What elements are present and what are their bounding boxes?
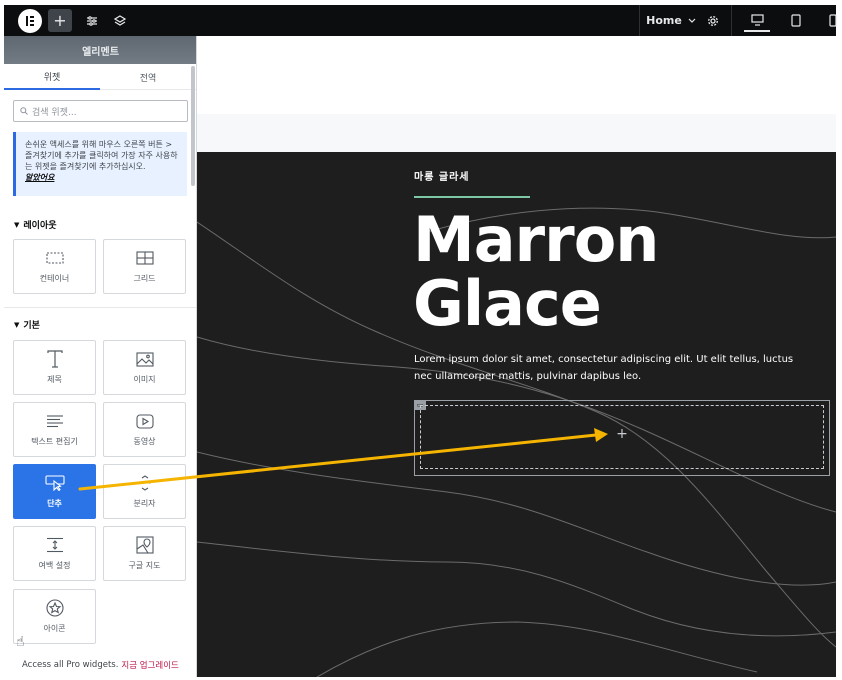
pro-upgrade-footer: Access all Pro widgets. 지금 업그레이드 bbox=[4, 653, 196, 677]
search-widgets[interactable]: 검색 위젯... bbox=[13, 100, 188, 122]
page-selector[interactable]: Home bbox=[644, 9, 698, 32]
widget-panel: 엘리멘트 위젯 전역 검색 위젯... 손쉬운 액세스를 위해 마우스 오른쪽 … bbox=[4, 36, 197, 677]
image-icon bbox=[135, 350, 155, 368]
caret-down-icon: ▼ bbox=[14, 320, 20, 329]
panel-title: 엘리멘트 bbox=[82, 46, 119, 58]
upgrade-link[interactable]: 지금 업그레이드 bbox=[121, 659, 178, 671]
tab-globals[interactable]: 전역 bbox=[100, 64, 196, 90]
divider-icon bbox=[135, 474, 155, 492]
layers-icon bbox=[114, 14, 126, 26]
notice-dismiss-link[interactable]: 알았어요 bbox=[25, 172, 181, 183]
widget-text-editor[interactable]: 텍스트 편집기 bbox=[13, 402, 96, 457]
widget-button[interactable]: 단추 bbox=[13, 464, 96, 519]
site-settings-button[interactable] bbox=[702, 9, 724, 32]
section-title: 레이아웃 bbox=[23, 221, 57, 231]
video-icon bbox=[135, 412, 155, 430]
grid-icon bbox=[135, 249, 155, 267]
favorites-notice: 손쉬운 액세스를 위해 마우스 오른쪽 버튼 > 즐겨찾기에 추가를 클릭하여 … bbox=[13, 132, 187, 196]
hero-heading[interactable]: Marron Glace bbox=[413, 203, 659, 340]
hero-section[interactable]: 마롱 글라세 Marron Glace Lorem ipsum dolor si… bbox=[197, 152, 836, 677]
star-icon bbox=[45, 599, 65, 617]
plus-icon[interactable]: + bbox=[615, 426, 629, 442]
widget-label: 이미지 bbox=[133, 375, 156, 384]
widget-heading[interactable]: 제목 bbox=[13, 340, 96, 395]
widget-google-maps[interactable]: 구글 지도 bbox=[103, 526, 186, 581]
widget-label: 제목 bbox=[47, 375, 62, 384]
tablet-icon bbox=[791, 14, 801, 27]
sliders-icon bbox=[87, 15, 97, 26]
section-title: 기본 bbox=[23, 321, 40, 331]
elementor-editor: + Home 엘리멘트 위젯 전역 검색 위젯... 손쉬운 액세스를 위해 마… bbox=[0, 0, 842, 680]
widget-label: 단추 bbox=[47, 499, 62, 508]
widget-video[interactable]: 동영상 bbox=[103, 402, 186, 457]
widget-spacer[interactable]: 여백 설정 bbox=[13, 526, 96, 581]
mobile-view-button[interactable] bbox=[820, 9, 842, 32]
map-icon bbox=[135, 536, 155, 554]
widget-image[interactable]: 이미지 bbox=[103, 340, 186, 395]
section-divider bbox=[4, 307, 196, 308]
page-settings-button[interactable] bbox=[80, 9, 104, 32]
top-bar: + Home bbox=[4, 5, 837, 36]
mobile-icon bbox=[829, 14, 837, 27]
section-layout-toggle[interactable]: ▼ 레이아웃 bbox=[14, 218, 57, 232]
panel-scrollbar[interactable] bbox=[191, 66, 195, 186]
widget-label: 그리드 bbox=[133, 274, 156, 283]
hand-cursor-icon: ☝ bbox=[16, 634, 25, 650]
hero-heading-line2: Glace bbox=[413, 267, 602, 340]
widget-divider[interactable]: 분리자 bbox=[103, 464, 186, 519]
structure-button[interactable] bbox=[108, 9, 132, 32]
notice-text: 손쉬운 액세스를 위해 마우스 오른쪽 버튼 > 즐겨찾기에 추가를 클릭하여 … bbox=[25, 140, 178, 171]
hero-eyebrow[interactable]: 마롱 글라세 bbox=[414, 168, 469, 183]
widget-label: 구글 지도 bbox=[128, 561, 161, 570]
page-selector-label: Home bbox=[646, 14, 682, 27]
search-icon bbox=[20, 107, 28, 115]
button-icon bbox=[44, 474, 65, 492]
tab-widgets[interactable]: 위젯 bbox=[4, 64, 100, 90]
widget-label: 아이콘 bbox=[43, 624, 66, 633]
elementor-logo-icon[interactable] bbox=[18, 9, 42, 33]
spacer-icon bbox=[45, 536, 65, 554]
section-basic-toggle[interactable]: ▼ 기본 bbox=[14, 318, 40, 332]
topbar-divider bbox=[731, 5, 732, 36]
widget-label: 컨테이너 bbox=[39, 274, 70, 283]
widget-grid[interactable]: 그리드 bbox=[103, 239, 186, 294]
search-input[interactable]: 검색 위젯... bbox=[32, 105, 77, 118]
container-icon bbox=[45, 249, 65, 267]
desktop-view-button[interactable] bbox=[744, 9, 770, 32]
tablet-view-button[interactable] bbox=[783, 9, 809, 32]
panel-tabs: 위젯 전역 bbox=[4, 64, 196, 90]
page-canvas: 마롱 글라세 Marron Glace Lorem ipsum dolor si… bbox=[197, 36, 836, 677]
widget-label: 동영상 bbox=[133, 437, 156, 446]
hero-divider bbox=[414, 196, 530, 198]
widget-label: 여백 설정 bbox=[38, 561, 71, 570]
panel-header: 엘리멘트 bbox=[4, 36, 196, 64]
text-editor-icon bbox=[45, 412, 65, 430]
desktop-icon bbox=[750, 13, 764, 26]
widget-container[interactable]: 컨테이너 bbox=[13, 239, 96, 294]
widget-label: 텍스트 편집기 bbox=[31, 437, 78, 446]
add-element-button[interactable]: + bbox=[48, 9, 72, 32]
gear-icon bbox=[708, 15, 718, 26]
caret-down-icon: ▼ bbox=[14, 220, 20, 229]
hero-heading-line1: Marron bbox=[413, 203, 659, 276]
chevron-down-icon bbox=[688, 18, 696, 23]
footer-text: Access all Pro widgets. bbox=[22, 660, 119, 670]
light-section bbox=[197, 114, 836, 152]
plus-icon: + bbox=[53, 11, 67, 30]
hero-paragraph[interactable]: Lorem ipsum dolor sit amet, consectetur … bbox=[414, 351, 794, 385]
widget-label: 분리자 bbox=[133, 499, 156, 508]
topbar-divider bbox=[639, 5, 640, 36]
heading-icon bbox=[45, 350, 65, 368]
